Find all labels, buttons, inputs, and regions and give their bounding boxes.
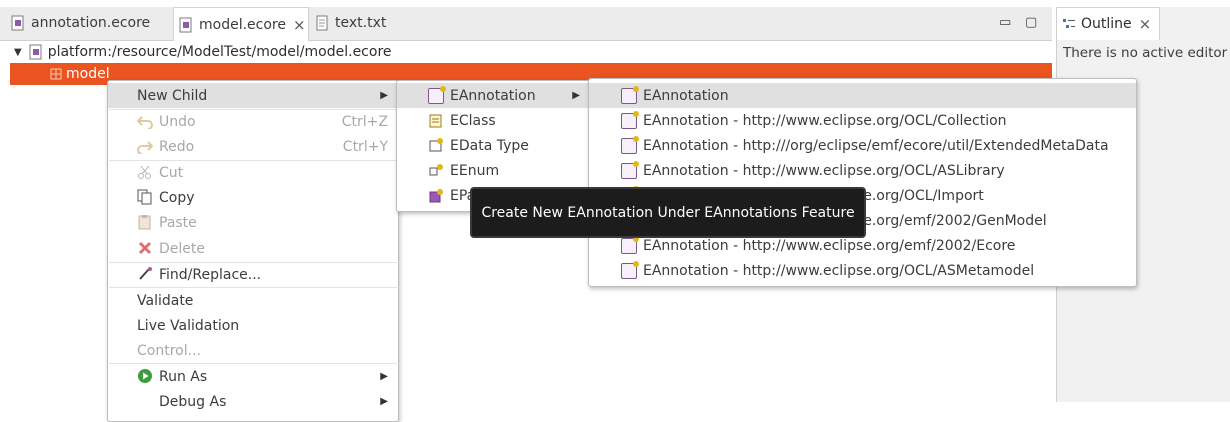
chevron-right-icon: ▶	[572, 90, 580, 101]
eannotation-icon	[621, 261, 639, 279]
expand-arrow-icon[interactable]: ▼	[14, 47, 22, 58]
menu-item-undo[interactable]: Undo Ctrl+Z	[108, 109, 398, 134]
context-menu: New Child ▶ Undo Ctrl+Z Redo Ctrl+Y Cut …	[107, 80, 399, 422]
menu-item-label: EAnnotation	[450, 87, 536, 104]
run-icon	[137, 368, 153, 384]
menu-item-eannotation-plain[interactable]: EAnnotation	[589, 83, 1136, 108]
menu-item-label: Copy	[159, 189, 195, 206]
paste-icon	[137, 214, 153, 230]
menu-item-label: EEnum	[450, 162, 500, 179]
tab-label: model.ecore	[199, 16, 286, 33]
chevron-right-icon: ▶	[380, 371, 388, 382]
tab-annotation-ecore[interactable]: annotation.ecore	[6, 7, 172, 39]
redo-icon	[137, 138, 154, 155]
close-icon[interactable]: ×	[293, 16, 306, 34]
epackage-icon	[50, 68, 62, 80]
menu-item-control[interactable]: Control...	[108, 338, 398, 363]
menu-item-label: EAnnotation - http:///org/eclipse/emf/ec…	[643, 137, 1109, 154]
delete-icon	[137, 240, 153, 256]
menu-item-label: Redo	[159, 138, 195, 155]
text-file-icon	[314, 15, 330, 31]
eannotation-icon	[621, 86, 639, 104]
epackage-icon	[428, 188, 444, 204]
accelerator-label: Ctrl+Y	[342, 138, 388, 155]
menu-item-label: EAnnotation - http://www.eclipse.org/OCL…	[643, 262, 1035, 279]
menu-item-label: Run As	[159, 368, 208, 385]
eenum-icon	[428, 163, 444, 179]
menu-item-delete[interactable]: Delete	[108, 236, 398, 261]
eclass-icon	[428, 113, 444, 129]
maximize-icon[interactable]: ▢	[1025, 15, 1037, 30]
tooltip: Create New EAnnotation Under EAnnotation…	[470, 187, 866, 238]
menu-item-validate[interactable]: Validate	[108, 288, 398, 313]
menu-item-eannotation-ocl-collection[interactable]: EAnnotation - http://www.eclipse.org/OCL…	[589, 108, 1136, 133]
tree-item-label: model	[66, 66, 110, 82]
tab-text-txt[interactable]: text.txt	[310, 7, 400, 39]
tab-model-ecore[interactable]: model.ecore ×	[173, 7, 309, 41]
undo-icon	[136, 113, 153, 130]
copy-icon	[137, 189, 153, 205]
eannotation-submenu: EAnnotation EAnnotation - http://www.ecl…	[588, 78, 1137, 287]
eannotation-icon	[621, 236, 639, 254]
tab-outline[interactable]: Outline ×	[1057, 7, 1161, 40]
menu-item-label: Control...	[137, 342, 201, 359]
menu-item-label: Live Validation	[137, 317, 240, 334]
menu-item-run-as[interactable]: Run As ▶	[108, 364, 398, 389]
menu-item-label: EAnnotation	[643, 87, 729, 104]
menu-item-eenum[interactable]: EEnum	[397, 158, 590, 183]
tab-label: text.txt	[335, 15, 387, 31]
outline-message: There is no active editor t	[1063, 45, 1230, 61]
tree-root-row[interactable]: ▼ platform:/resource/ModelTest/model/mod…	[14, 41, 392, 63]
ecore-file-icon	[10, 15, 26, 31]
eannotation-icon	[621, 161, 639, 179]
menu-item-label: Find/Replace...	[159, 266, 262, 283]
menu-item-eannotation-ocl-asmetamodel[interactable]: EAnnotation - http://www.eclipse.org/OCL…	[589, 258, 1136, 283]
menu-item-eannotation-ocl-aslibrary[interactable]: EAnnotation - http://www.eclipse.org/OCL…	[589, 158, 1136, 183]
eannotation-icon	[428, 86, 446, 104]
menu-item-find-replace[interactable]: Find/Replace...	[108, 262, 398, 287]
tab-label: annotation.ecore	[31, 15, 151, 31]
tab-label: Outline	[1081, 16, 1132, 32]
menu-item-cut[interactable]: Cut	[108, 160, 398, 185]
menu-item-eannotation[interactable]: EAnnotation ▶	[397, 83, 590, 108]
menu-item-label: EData Type	[450, 137, 529, 154]
menu-item-label: Validate	[137, 292, 194, 309]
menu-item-label: EAnnotation - http://www.eclipse.org/emf…	[643, 237, 1016, 254]
edatatype-icon	[428, 138, 444, 154]
editor-tab-bar: annotation.ecore model.ecore × text.txt …	[0, 7, 1052, 41]
menu-item-label: New Child	[137, 87, 208, 104]
menu-item-eannotation-extended-metadata[interactable]: EAnnotation - http:///org/eclipse/emf/ec…	[589, 133, 1136, 158]
menu-item-copy[interactable]: Copy	[108, 185, 398, 210]
menu-item-label: EClass	[450, 112, 496, 129]
cut-icon	[137, 164, 153, 180]
close-icon[interactable]: ×	[1139, 15, 1152, 33]
eannotation-icon	[621, 111, 639, 129]
eannotation-icon	[621, 136, 639, 154]
tooltip-text: Create New EAnnotation Under EAnnotation…	[481, 204, 855, 221]
menu-item-label: Undo	[159, 113, 196, 130]
find-replace-icon	[137, 266, 153, 282]
menu-item-eclass[interactable]: EClass	[397, 108, 590, 133]
menu-item-paste[interactable]: Paste	[108, 210, 398, 235]
minimize-icon[interactable]: ▭	[999, 15, 1011, 30]
chevron-right-icon: ▶	[380, 90, 388, 101]
menu-item-edatatype[interactable]: EData Type	[397, 133, 590, 158]
accelerator-label: Ctrl+Z	[341, 113, 388, 130]
menu-item-redo[interactable]: Redo Ctrl+Y	[108, 134, 398, 159]
menu-item-live-validation[interactable]: Live Validation	[108, 313, 398, 338]
menu-item-new-child[interactable]: New Child ▶	[108, 83, 398, 108]
menu-item-label: Delete	[159, 240, 205, 257]
menu-item-label: EAnnotation - http://www.eclipse.org/OCL…	[643, 112, 1007, 129]
outline-icon	[1061, 16, 1077, 32]
ecore-file-icon	[178, 17, 194, 33]
menu-item-label: EAnnotation - http://www.eclipse.org/OCL…	[643, 162, 1005, 179]
menu-item-label: Paste	[159, 214, 197, 231]
menu-item-label: Cut	[159, 164, 184, 181]
tree-root-label: platform:/resource/ModelTest/model/model…	[47, 44, 392, 60]
ecore-resource-icon	[28, 44, 44, 60]
